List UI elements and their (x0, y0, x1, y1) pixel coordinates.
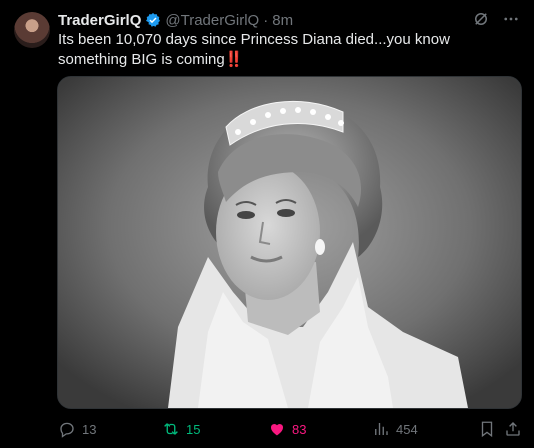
tweet-text: Its been 10,070 days since Princess Dian… (58, 30, 520, 70)
share-button[interactable] (504, 420, 522, 438)
handle[interactable]: @TraderGirlQ (165, 12, 259, 29)
reply-icon (60, 422, 74, 438)
timestamp[interactable]: 8m (272, 12, 293, 29)
separator: · (263, 11, 269, 29)
more-icon[interactable] (502, 10, 520, 28)
bookmark-icon (481, 421, 493, 438)
views-icon (375, 423, 388, 435)
tweet-photo[interactable] (57, 76, 522, 409)
double-exclamation-emoji: ‼️ (224, 51, 244, 68)
like-button[interactable]: 83 (268, 420, 306, 438)
retweet-button[interactable]: 15 (162, 420, 200, 438)
tweet-body: Its been 10,070 days since Princess Dian… (58, 31, 450, 68)
photo-black-and-white-portrait (58, 77, 521, 408)
retweet-icon (164, 423, 178, 435)
heart-icon (270, 423, 284, 436)
tweet-header: TraderGirlQ @TraderGirlQ · 8m (58, 10, 293, 30)
avatar[interactable] (14, 12, 50, 48)
bookmark-button[interactable] (478, 420, 496, 438)
reply-count: 13 (82, 421, 97, 437)
views-button[interactable]: 454 (372, 420, 418, 438)
retweet-count: 15 (186, 421, 201, 437)
share-icon (506, 422, 520, 436)
action-bar: 13 15 83 454 (58, 418, 520, 440)
display-name[interactable]: TraderGirlQ (58, 12, 141, 29)
views-count: 454 (396, 421, 418, 437)
reply-button[interactable]: 13 (58, 420, 96, 438)
top-icons (472, 10, 520, 28)
like-count: 83 (292, 421, 307, 437)
grok-icon[interactable] (472, 10, 490, 28)
verified-badge-icon (146, 13, 161, 27)
